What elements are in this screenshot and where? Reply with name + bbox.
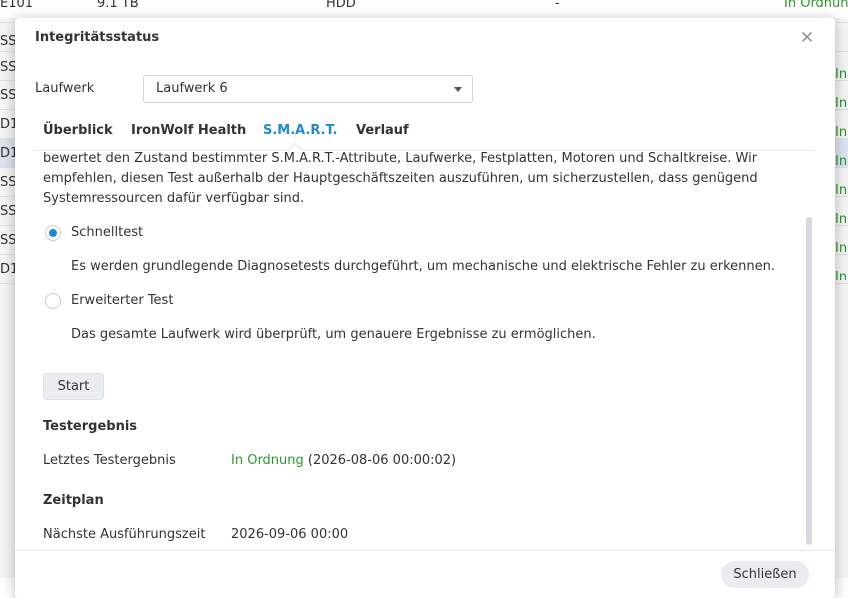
tab-overview[interactable]: Überblick xyxy=(43,123,113,138)
close-icon[interactable]: ✕ xyxy=(799,30,815,47)
test-result-heading: Testergebnis xyxy=(43,419,138,434)
last-test-result-label: Letztes Testergebnis xyxy=(43,453,176,468)
drive-label: Laufwerk xyxy=(35,81,95,96)
quick-test-label[interactable]: Schnelltest xyxy=(71,225,143,240)
extended-test-description: Das gesamte Laufwerk wird überprüft, um … xyxy=(71,327,596,342)
smart-intro-text: bewertet den Zustand bestimmter S.M.A.R.… xyxy=(43,151,758,206)
chevron-down-icon xyxy=(454,87,462,92)
content-scrollbar[interactable] xyxy=(806,217,812,545)
quick-test-radio[interactable] xyxy=(45,225,61,241)
tab-smart[interactable]: S.M.A.R.T. xyxy=(263,123,337,138)
disk-id: E101 xyxy=(0,0,34,11)
disk-dash: - xyxy=(555,0,560,11)
disk-status: In Ordnung xyxy=(784,0,848,11)
disk-type: HDD xyxy=(326,0,356,11)
close-button[interactable]: Schließen xyxy=(721,561,809,588)
last-test-timestamp: (2026-08-06 00:00:02) xyxy=(307,453,457,468)
start-button[interactable]: Start xyxy=(43,373,104,400)
drive-select[interactable]: Laufwerk 6 xyxy=(143,75,473,103)
schedule-heading: Zeitplan xyxy=(43,493,104,508)
drive-select-value: Laufwerk 6 xyxy=(156,81,228,96)
last-test-result-value: In Ordnung (2026-08-06 00:00:02) xyxy=(231,453,456,468)
status-badge: In Ordnung xyxy=(231,453,304,468)
tab-history[interactable]: Verlauf xyxy=(356,123,409,138)
next-run-label: Nächste Ausführungszeit xyxy=(43,527,206,542)
tab-ironwolf-health[interactable]: IronWolf Health xyxy=(131,123,246,138)
footer-divider xyxy=(15,550,835,551)
disk-size: 9.1 TB xyxy=(97,0,139,11)
integrity-status-dialog: Integritätsstatus ✕ Laufwerk Laufwerk 6 … xyxy=(15,18,835,598)
dialog-title: Integritätsstatus xyxy=(35,30,160,45)
extended-test-radio[interactable] xyxy=(45,293,61,309)
smart-content-panel: bewertet den Zustand bestimmter S.M.A.R.… xyxy=(43,151,793,551)
extended-test-label[interactable]: Erweiterter Test xyxy=(71,293,173,308)
quick-test-description: Es werden grundlegende Diagnosetests dur… xyxy=(71,259,775,274)
next-run-value: 2026-09-06 00:00 xyxy=(231,527,349,542)
